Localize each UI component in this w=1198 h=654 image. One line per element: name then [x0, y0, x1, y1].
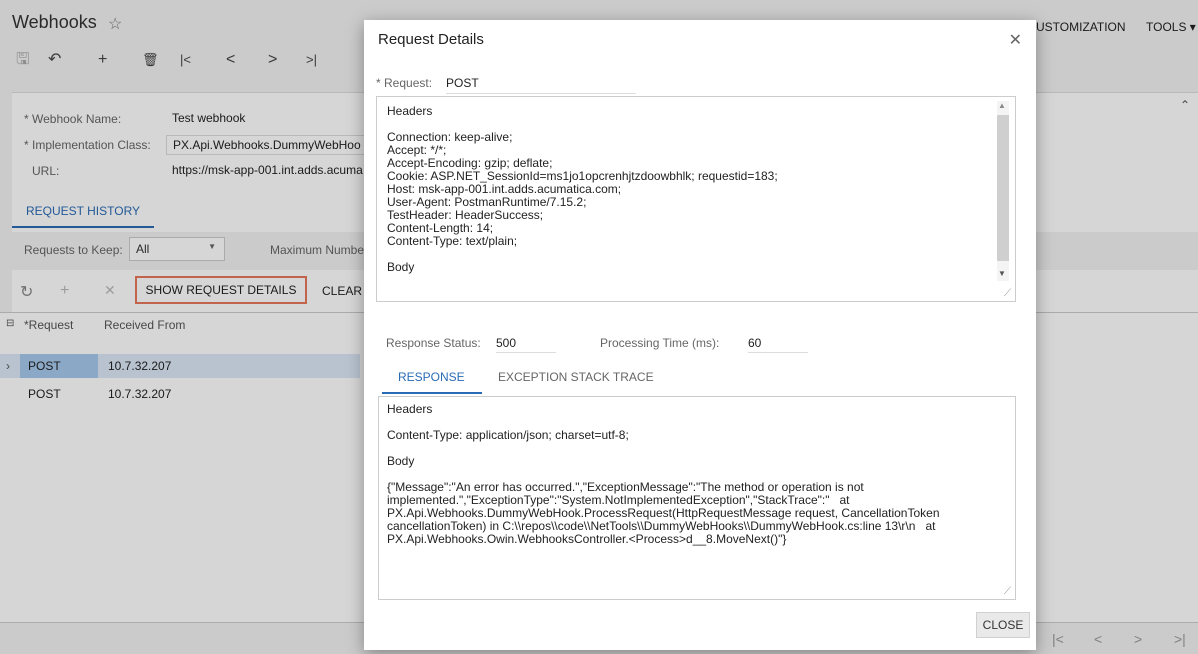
tab-response[interactable]: RESPONSE: [398, 370, 465, 384]
scroll-down-icon[interactable]: ▼: [998, 269, 1006, 278]
tab-exception-stack-trace[interactable]: EXCEPTION STACK TRACE: [498, 370, 654, 384]
response-content-box[interactable]: Headers Content-Type: application/json; …: [378, 396, 1016, 600]
response-content-text: Headers Content-Type: application/json; …: [387, 402, 940, 546]
processing-time-label: Processing Time (ms):: [600, 336, 720, 350]
active-tab-indicator: [382, 392, 482, 394]
response-status-label: Response Status:: [386, 336, 481, 350]
request-content-box[interactable]: Headers Connection: keep-alive; Accept: …: [376, 96, 1016, 302]
processing-time-field[interactable]: 60: [748, 334, 808, 353]
scroll-up-icon[interactable]: ▲: [998, 101, 1006, 110]
request-content-text: Headers Connection: keep-alive; Accept: …: [387, 104, 778, 274]
request-details-dialog: Request Details ✕ * Request: POST Header…: [364, 20, 1036, 650]
resize-grip-icon[interactable]: ⟋: [1004, 288, 1011, 299]
resize-grip-icon[interactable]: ⟋: [1004, 586, 1011, 597]
response-status-field[interactable]: 500: [496, 334, 556, 353]
close-icon[interactable]: ✕: [1009, 30, 1022, 50]
request-scrollbar[interactable]: ▲ ▼: [997, 101, 1009, 281]
scroll-thumb[interactable]: [997, 115, 1009, 261]
close-button[interactable]: CLOSE: [976, 612, 1030, 638]
request-field[interactable]: POST: [446, 74, 636, 94]
dialog-title: Request Details: [378, 31, 484, 48]
request-label: * Request:: [376, 76, 433, 90]
